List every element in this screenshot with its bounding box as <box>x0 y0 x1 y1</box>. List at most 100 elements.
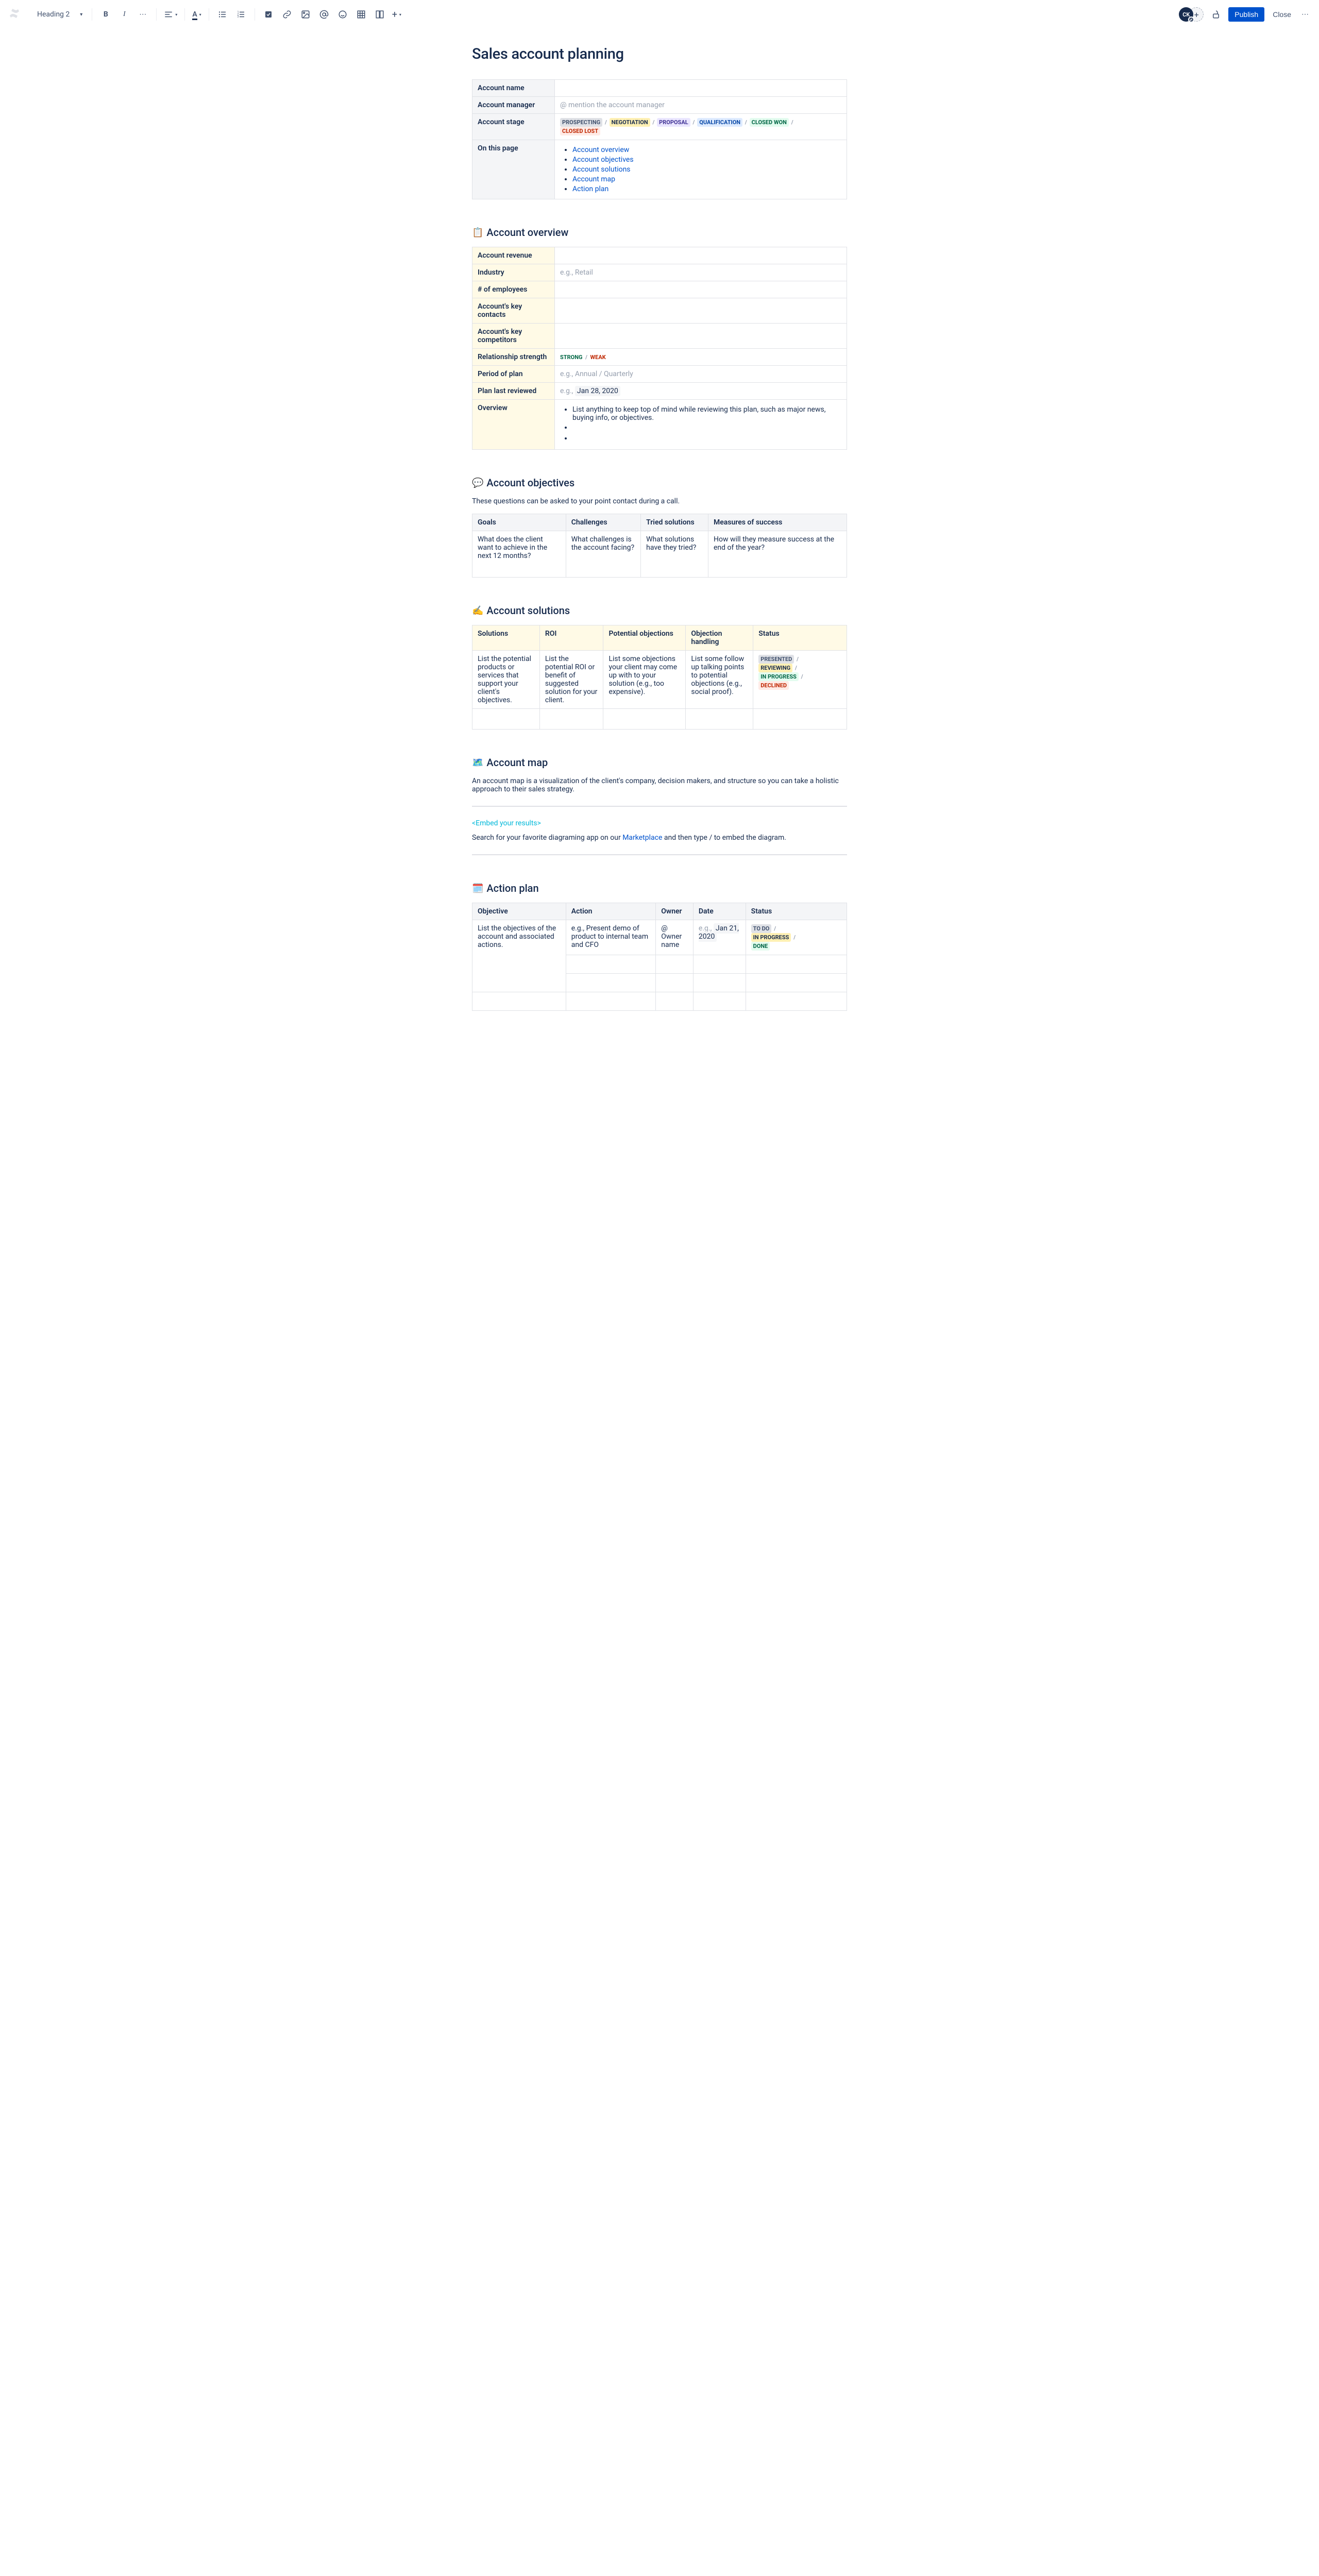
map-search-line[interactable]: Search for your favorite diagraming app … <box>472 834 847 842</box>
overview-row-value[interactable] <box>555 324 847 349</box>
overview-row-value[interactable]: List anything to keep top of mind while … <box>555 400 847 450</box>
bullet-list-button[interactable] <box>214 6 231 23</box>
status-lozenge[interactable]: IN PROGRESS <box>758 672 799 681</box>
overview-bullet[interactable] <box>572 423 841 433</box>
action-cell[interactable]: e.g., Jan 21, 2020 <box>693 920 746 955</box>
solutions-cell[interactable] <box>603 709 686 730</box>
solutions-cell[interactable] <box>472 709 540 730</box>
meta-row-value[interactable]: PROSPECTING / NEGOTIATION / PROPOSAL / Q… <box>555 114 847 140</box>
action-cell[interactable] <box>746 974 847 992</box>
link-button[interactable] <box>279 6 295 23</box>
overview-row-value[interactable]: e.g., Retail <box>555 264 847 281</box>
overview-row-value[interactable]: STRONG / WEAK <box>555 349 847 366</box>
text-color-button[interactable]: A ▾ <box>190 6 203 23</box>
solutions-status-cell[interactable]: PRESENTED / REVIEWING / IN PROGRESS / DE… <box>753 651 847 709</box>
page-body[interactable]: Sales account planning Account name Acco… <box>464 29 855 1062</box>
publish-button[interactable]: Publish <box>1228 7 1264 22</box>
overview-row-value[interactable] <box>555 247 847 264</box>
action-cell[interactable] <box>693 955 746 974</box>
user-avatar[interactable]: CK <box>1179 7 1193 22</box>
more-formatting-button[interactable]: ⋯ <box>134 6 151 23</box>
toc-link[interactable]: Account objectives <box>572 156 634 164</box>
status-lozenge[interactable]: TO DO <box>751 924 772 933</box>
solutions-cell[interactable]: List the potential products or services … <box>472 651 540 709</box>
objectives-cell[interactable]: What solutions have they tried? <box>641 531 708 578</box>
action-cell[interactable] <box>472 992 566 1011</box>
status-lozenge[interactable]: CLOSED LOST <box>560 127 600 135</box>
action-cell[interactable] <box>746 992 847 1011</box>
section-heading-overview[interactable]: 📋 Account overview <box>472 226 847 239</box>
solutions-cell[interactable] <box>753 709 847 730</box>
overview-row-value[interactable] <box>555 298 847 324</box>
marketplace-link[interactable]: Marketplace <box>622 834 662 842</box>
status-lozenge[interactable]: DECLINED <box>758 681 789 690</box>
section-heading-objectives[interactable]: 💬 Account objectives <box>472 477 847 489</box>
status-lozenge[interactable]: PRESENTED <box>758 655 794 664</box>
section-heading-map[interactable]: 🗺️ Account map <box>472 756 847 769</box>
close-button[interactable]: Close <box>1269 7 1295 22</box>
action-cell[interactable] <box>693 992 746 1011</box>
action-cell[interactable]: e.g., Present demo of product to interna… <box>566 920 655 955</box>
status-lozenge[interactable]: REVIEWING <box>758 664 792 672</box>
solutions-cell[interactable] <box>539 709 603 730</box>
layouts-button[interactable] <box>371 6 388 23</box>
action-cell[interactable] <box>656 974 694 992</box>
action-cell[interactable] <box>746 955 847 974</box>
action-cell[interactable]: List the objectives of the account and a… <box>472 920 566 992</box>
bold-button[interactable]: B <box>97 6 114 23</box>
objectives-cell[interactable]: What does the client want to achieve in … <box>472 531 566 578</box>
map-desc[interactable]: An account map is a visualization of the… <box>472 777 847 793</box>
solutions-cell[interactable]: List some follow up talking points to po… <box>686 651 753 709</box>
action-cell[interactable] <box>566 974 655 992</box>
emoji-button[interactable] <box>334 6 351 23</box>
action-cell[interactable]: @ Owner name <box>656 920 694 955</box>
image-button[interactable] <box>297 6 314 23</box>
overview-bullet[interactable] <box>572 434 841 444</box>
meta-row-value[interactable] <box>555 80 847 97</box>
chevron-down-icon: ▾ <box>175 12 177 17</box>
numbered-list-button[interactable]: 123 <box>233 6 249 23</box>
toc-link[interactable]: Account map <box>572 175 615 183</box>
objectives-cell[interactable]: How will they measure success at the end… <box>708 531 847 578</box>
meta-row-value[interactable]: @ mention the account manager <box>555 97 847 114</box>
section-heading-solutions[interactable]: ✍️ Account solutions <box>472 604 847 617</box>
action-cell[interactable] <box>656 992 694 1011</box>
restrictions-button[interactable] <box>1208 6 1224 23</box>
overview-row-value[interactable]: e.g., Jan 28, 2020 <box>555 383 847 400</box>
overview-row-value[interactable]: e.g., Annual / Quarterly <box>555 366 847 383</box>
embed-placeholder[interactable]: <Embed your results> <box>472 819 847 827</box>
status-lozenge[interactable]: QUALIFICATION <box>697 118 742 127</box>
align-button[interactable]: ▾ <box>162 6 179 23</box>
toc-link[interactable]: Account solutions <box>572 165 631 174</box>
toc-link[interactable]: Action plan <box>572 185 608 193</box>
solutions-cell[interactable]: List some objections your client may com… <box>603 651 686 709</box>
solutions-cell[interactable] <box>686 709 753 730</box>
action-status-cell[interactable]: TO DO / IN PROGRESS / DONE <box>746 920 847 955</box>
italic-button[interactable]: I <box>116 6 132 23</box>
table-button[interactable] <box>353 6 369 23</box>
insert-button[interactable]: + ▾ <box>390 6 403 23</box>
status-lozenge[interactable]: PROPOSAL <box>657 118 690 127</box>
more-actions-button[interactable]: ⋯ <box>1299 8 1311 21</box>
date-lozenge[interactable]: Jan 28, 2020 <box>575 386 620 396</box>
objectives-desc[interactable]: These questions can be asked to your poi… <box>472 497 847 505</box>
objectives-cell[interactable]: What challenges is the account facing? <box>566 531 640 578</box>
status-lozenge[interactable]: CLOSED WON <box>750 118 789 127</box>
solutions-cell[interactable]: List the potential ROI or benefit of sug… <box>539 651 603 709</box>
toc-link[interactable]: Account overview <box>572 146 629 154</box>
status-lozenge[interactable]: IN PROGRESS <box>751 933 791 942</box>
action-cell[interactable] <box>656 955 694 974</box>
action-cell[interactable] <box>566 992 655 1011</box>
overview-bullet[interactable]: List anything to keep top of mind while … <box>572 405 841 422</box>
overview-row-value[interactable] <box>555 281 847 298</box>
status-lozenge[interactable]: PROSPECTING <box>560 118 602 127</box>
action-cell[interactable] <box>566 955 655 974</box>
action-cell[interactable] <box>693 974 746 992</box>
page-title[interactable]: Sales account planning <box>472 45 847 63</box>
mention-button[interactable] <box>316 6 332 23</box>
action-item-button[interactable] <box>260 6 277 23</box>
text-style-select[interactable]: Heading 2 ▾ <box>33 8 87 21</box>
status-lozenge[interactable]: DONE <box>751 942 770 951</box>
section-heading-action[interactable]: 🗓️ Action plan <box>472 882 847 894</box>
status-lozenge[interactable]: NEGOTIATION <box>610 118 650 127</box>
